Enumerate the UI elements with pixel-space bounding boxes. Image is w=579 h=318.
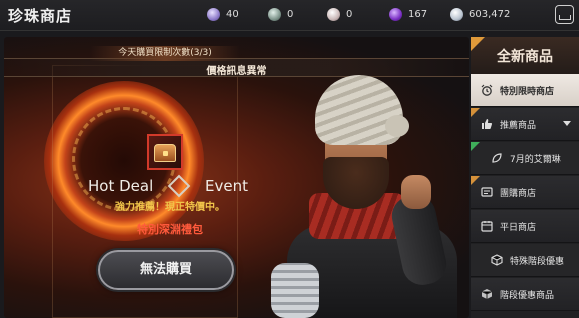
- currency-silver[interactable]: 603,472: [450, 6, 510, 22]
- top-bar: 珍珠商店 40 0 0 167 603,472: [0, 0, 579, 31]
- new-corner-mark: [471, 108, 480, 117]
- white-orb-icon: [327, 7, 340, 21]
- buy-button[interactable]: 無法購買: [98, 250, 234, 290]
- currency-value: 167: [408, 8, 428, 20]
- violet-gem-icon: [389, 7, 402, 21]
- box-icon: [491, 254, 503, 266]
- sidebar-item-limited-shop[interactable]: 特別限時商店: [471, 74, 579, 107]
- promo-line: 強力推薦！現正特價中。: [115, 202, 225, 213]
- alarm-clock-icon: [481, 84, 493, 96]
- category-sidebar: 全新商品 特別限時商店 推薦商品 7月的艾爾琳 團購商店 平日商店 特殊階段優惠…: [471, 37, 579, 318]
- currency-value: 40: [226, 8, 239, 20]
- new-corner-mark: [471, 142, 480, 151]
- treasure-chest-icon: [154, 144, 176, 162]
- sidebar-item-label: 階段優惠商品: [500, 290, 555, 301]
- character-sleeve: [271, 263, 319, 318]
- currency-value: 603,472: [469, 8, 511, 20]
- currency-orb[interactable]: 0: [327, 6, 352, 22]
- currency-pearls[interactable]: 40: [207, 6, 239, 22]
- chevron-down-icon[interactable]: [563, 121, 571, 126]
- currency-value: 0: [287, 8, 294, 20]
- sidebar-item-july-erin[interactable]: 7月的艾爾琳: [471, 142, 579, 175]
- sidebar-item-recommended[interactable]: 推薦商品: [471, 108, 579, 141]
- product-name: 特別深淵禮包: [137, 223, 203, 236]
- calendar-icon: [481, 221, 493, 232]
- sidebar-item-label: 團購商店: [500, 188, 537, 199]
- page-title: 珍珠商店: [8, 7, 73, 25]
- character-turban: [315, 75, 409, 145]
- character-illustration: [269, 75, 469, 318]
- currency-stone[interactable]: 0: [268, 6, 293, 22]
- sidebar-item-stage-discount[interactable]: 階段優惠商品: [471, 278, 579, 311]
- new-items-label: 全新商品: [497, 49, 553, 65]
- sidebar-item-label: 特殊階段優惠: [510, 256, 565, 267]
- diamond-emblem-icon: [167, 174, 191, 198]
- exit-icon[interactable]: [555, 5, 574, 24]
- new-corner-mark: [471, 176, 480, 185]
- sidebar-item-group-buy[interactable]: 團購商店: [471, 176, 579, 209]
- purple-pearl-icon: [207, 7, 220, 21]
- product-panel: 價格訊息異常 今天購買限制次數(3/3) Hot Deal Event 強力推薦…: [4, 37, 469, 318]
- thumbs-up-icon: [482, 119, 493, 129]
- thumbs-up-hand: [401, 175, 431, 209]
- sidebar-item-label: 推薦商品: [500, 120, 537, 131]
- event-label: Event: [205, 177, 248, 195]
- silver-coin-icon: [450, 7, 463, 21]
- leaf-icon: [492, 153, 502, 163]
- sidebar-item-label: 平日商店: [500, 222, 537, 233]
- hot-deal-event-banner: Hot Deal Event: [88, 174, 248, 198]
- new-items-header[interactable]: 全新商品: [471, 37, 579, 74]
- sidebar-item-special-stage[interactable]: 特殊階段優惠: [471, 244, 579, 277]
- sidebar-item-label: 7月的艾爾琳: [510, 154, 561, 165]
- currency-gem[interactable]: 167: [389, 6, 427, 22]
- hot-deal-label: Hot Deal: [88, 177, 154, 195]
- sidebar-item-label: 特別限時商店: [500, 86, 555, 97]
- group-icon: [481, 187, 493, 197]
- currency-value: 0: [346, 8, 353, 20]
- gray-stone-icon: [268, 7, 281, 21]
- product-item-slot[interactable]: [147, 134, 183, 170]
- purchase-limit-label: 今天購買限制次數(3/3): [90, 46, 240, 61]
- cube-icon: [481, 289, 493, 299]
- sidebar-item-weekday-shop[interactable]: 平日商店: [471, 210, 579, 243]
